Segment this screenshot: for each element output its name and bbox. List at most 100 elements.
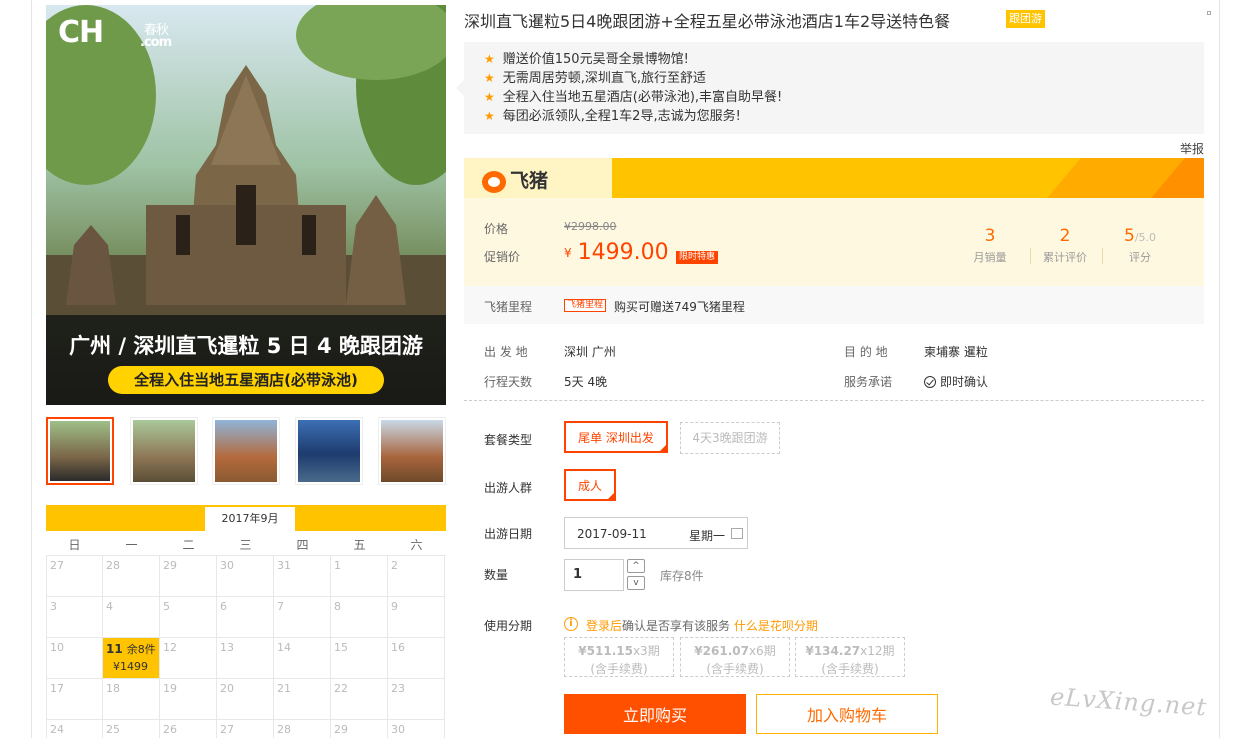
buy-now-button[interactable]: 立即购买 [564, 694, 746, 734]
calendar-day[interactable]: 30 [217, 556, 274, 597]
calendar-day[interactable]: 20 [217, 679, 274, 720]
calendar-day[interactable]: 15 [331, 638, 388, 679]
installment-plan-3[interactable]: ¥511.15x3期 (含手续费) [564, 637, 674, 677]
package-option-selected[interactable]: 尾单 深圳出发 [564, 421, 668, 453]
thumbnail-1[interactable] [46, 417, 114, 485]
weekday-mon: 一 [125, 538, 138, 552]
calendar-day[interactable]: 14 [274, 638, 331, 679]
share-icon[interactable] [1207, 11, 1211, 15]
add-to-cart-button[interactable]: 加入购物车 [756, 694, 938, 734]
mileage-text: 购买可赠送749飞猪里程 [614, 300, 745, 314]
calendar-day[interactable]: 23 [388, 679, 445, 720]
weekday-tue: 二 [182, 538, 195, 552]
quantity-decrease-button[interactable]: v [627, 576, 645, 590]
quantity-increase-button[interactable]: ^ [627, 559, 645, 573]
calendar-day[interactable]: 24 [46, 720, 103, 738]
highlights-arrow [456, 80, 464, 96]
calendar-day[interactable]: 12 [160, 638, 217, 679]
promo-price: ¥1499.00 [564, 240, 669, 265]
star-icon: ★ [484, 71, 495, 85]
product-hero-image[interactable]: CH 春秋 .com 广州 / 深圳直飞暹粒 5 日 4 晚跟团游 全程入住当地… [46, 5, 446, 405]
calendar-day[interactable]: 31 [274, 556, 331, 597]
package-label: 套餐类型 [484, 433, 533, 447]
days-value: 5天 4晚 [564, 375, 608, 389]
report-link[interactable]: 举报 [1180, 140, 1204, 157]
calendar-day[interactable]: 28 [103, 556, 160, 597]
star-icon: ★ [484, 90, 495, 104]
installment-plan-6[interactable]: ¥261.07x6期 (含手续费) [680, 637, 790, 677]
weekday-thu: 四 [296, 538, 309, 552]
calendar-day[interactable]: 29 [331, 720, 388, 738]
calendar-day[interactable]: 27 [217, 720, 274, 738]
hero-banner-subtitle: 全程入住当地五星酒店(必带泳池) [108, 366, 384, 394]
calendar-day[interactable]: 27 [46, 556, 103, 597]
calendar-day[interactable]: 8 [331, 597, 388, 638]
calendar-day[interactable]: 5 [160, 597, 217, 638]
page-frame-left [31, 0, 32, 738]
highlights-box: ★ 赠送价值150元吴哥全景博物馆! ★ 无需周居劳顿,深圳直飞,旅行至舒适 ★ 全程… [456, 42, 1204, 134]
thumbnail-4[interactable] [295, 417, 363, 485]
days-row: 行程天数 5天 4晚 [484, 375, 608, 389]
weekday-fri: 五 [353, 538, 366, 552]
calendar-day[interactable]: 10 [46, 638, 103, 679]
weekday-value: 星期一 [689, 529, 726, 543]
calendar-day[interactable]: 18 [103, 679, 160, 720]
service-value: 即时确认 [924, 373, 988, 390]
mileage-row: 飞猪里程 飞猪里程 购买可赠送749飞猪里程 [464, 286, 1204, 324]
installment-tip: 登录后确认是否享有该服务 什么是花呗分期 [586, 619, 818, 633]
calendar-month[interactable]: 2017年9月 [205, 507, 295, 531]
calendar-day[interactable]: 6 [217, 597, 274, 638]
calendar-day[interactable]: 26 [160, 720, 217, 738]
huabei-help-link[interactable]: 什么是花呗分期 [734, 619, 818, 633]
highlight-item: ★ 无需周居劳顿,深圳直飞,旅行至舒适 [484, 71, 707, 86]
star-icon: ★ [484, 52, 495, 66]
login-link[interactable]: 登录后 [586, 619, 622, 633]
depart-value: 深圳 广州 [564, 345, 616, 359]
calendar-day[interactable]: 1 [331, 556, 388, 597]
calendar-day[interactable]: 13 [217, 638, 274, 679]
calendar-day[interactable]: 17 [46, 679, 103, 720]
calendar-day[interactable]: 25 [103, 720, 160, 738]
highlight-item: ★ 赠送价值150元吴哥全景博物馆! [484, 52, 689, 67]
calendar-icon[interactable] [731, 528, 743, 539]
calendar-day[interactable]: 19 [160, 679, 217, 720]
calendar-day[interactable]: 30 [388, 720, 445, 738]
calendar-day[interactable]: 16 [388, 638, 445, 679]
product-title: 深圳直飞暹粒5日4晚跟团游+全程五星必带泳池酒店1车2导送特色餐 [464, 12, 951, 31]
calendar-day[interactable]: 21 [274, 679, 331, 720]
weekday-wed: 三 [239, 538, 252, 552]
quantity-input[interactable]: 1 [564, 559, 624, 591]
page-frame-right [1219, 0, 1220, 738]
calendar-day[interactable]: 4 [103, 597, 160, 638]
destination-value: 柬埔寨 暹粒 [924, 345, 988, 359]
limited-offer-badge: 限时特惠 [676, 251, 719, 264]
crowd-option-adult[interactable]: 成人 [564, 469, 616, 501]
star-icon: ★ [484, 109, 495, 123]
calendar-day[interactable]: 29 [160, 556, 217, 597]
mileage-label: 飞猪里程 [484, 300, 533, 314]
date-picker-input[interactable]: 2017-09-11 星期一 [564, 517, 748, 549]
thumbnail-3[interactable] [212, 417, 280, 485]
calendar-weekday-row: 日 一 二 三 四 五 六 [46, 533, 446, 555]
stat-total-reviews[interactable]: 2 累计评价 [1030, 226, 1100, 265]
calendar-grid: 27 28 29 30 31 1 2 3 4 5 6 7 8 9 10 11 余8件 ¥1499 12 13 14 15 1… [46, 555, 446, 738]
date-label: 出游日期 [484, 527, 533, 541]
calendar-day-selected[interactable]: 11 余8件 ¥1499 [103, 638, 160, 679]
package-option-other[interactable]: 4天3晚跟团游 [680, 422, 780, 454]
calendar-day[interactable]: 2 [388, 556, 445, 597]
stat-divider [1102, 248, 1103, 264]
calendar-day[interactable]: 3 [46, 597, 103, 638]
calendar-day[interactable]: 28 [274, 720, 331, 738]
highlight-item: ★ 每团必派领队,全程1车2导,志诚为您服务! [484, 109, 741, 124]
info-warning-icon: i [564, 617, 578, 631]
weekday-sat: 六 [410, 538, 423, 552]
installment-plan-12[interactable]: ¥134.27x12期 (含手续费) [795, 637, 905, 677]
mileage-badge: 飞猪里程 [564, 299, 607, 312]
calendar-day[interactable]: 7 [274, 597, 331, 638]
calendar-day[interactable]: 9 [388, 597, 445, 638]
weekday-sun: 日 [68, 538, 81, 552]
calendar-day[interactable]: 22 [331, 679, 388, 720]
price-panel: 价格 ¥2998.00 促销价 ¥1499.00 限时特惠 3 月销量 2 累计… [464, 198, 1204, 286]
thumbnail-2[interactable] [130, 417, 198, 485]
thumbnail-5[interactable] [378, 417, 446, 485]
